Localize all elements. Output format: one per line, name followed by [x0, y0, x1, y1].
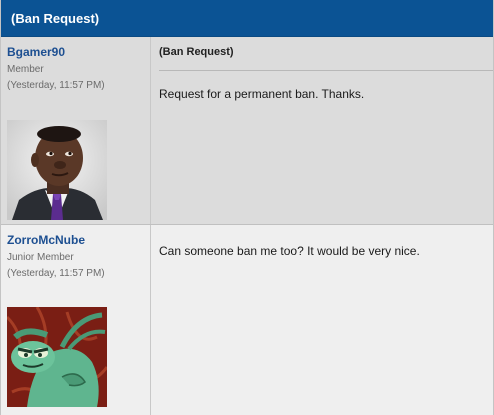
thread-title-bar: (Ban Request) — [1, 0, 493, 37]
cartoon-mantis-avatar-icon — [7, 307, 107, 407]
post: Bgamer90 Member (Yesterday, 11:57 PM) (B… — [1, 37, 493, 225]
post-author-panel: ZorroMcNube Junior Member (Yesterday, 11… — [1, 225, 151, 415]
post-author-panel: Bgamer90 Member (Yesterday, 11:57 PM) — [1, 37, 151, 224]
post-content: Can someone ban me too? It would be very… — [151, 225, 493, 415]
avatar[interactable] — [7, 307, 107, 407]
post-timestamp: (Yesterday, 11:57 PM) — [7, 268, 105, 279]
thread-title: (Ban Request) — [11, 11, 100, 26]
user-rank: Junior Member — [7, 252, 74, 263]
username-link[interactable]: Bgamer90 — [7, 45, 150, 60]
post-content: (Ban Request) Request for a permanent ba… — [151, 37, 493, 224]
post-timestamp: (Yesterday, 11:57 PM) — [7, 80, 105, 91]
forum-thread: (Ban Request) Bgamer90 Member (Yesterday… — [0, 0, 494, 415]
user-rank: Member — [7, 64, 44, 75]
post-title: (Ban Request) — [159, 37, 493, 71]
avatar[interactable] — [7, 120, 107, 220]
man-in-suit-avatar-icon — [7, 120, 107, 220]
post-body: Request for a permanent ban. Thanks. — [159, 87, 365, 101]
post: ZorroMcNube Junior Member (Yesterday, 11… — [1, 225, 493, 415]
username-link[interactable]: ZorroMcNube — [7, 233, 150, 248]
post-body: Can someone ban me too? It would be very… — [159, 244, 420, 258]
